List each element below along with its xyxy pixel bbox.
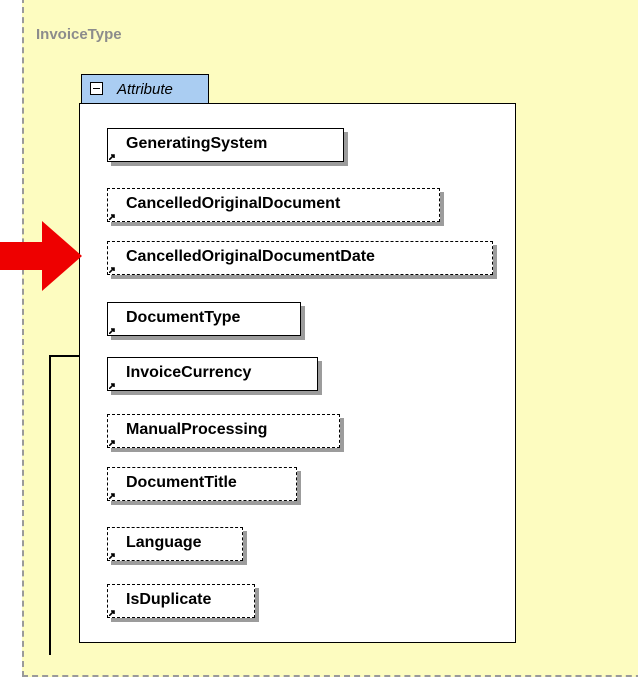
attribute-manual-processing[interactable]: ManualProcessing — [107, 414, 340, 448]
attribute-cancelled-original-document-date[interactable]: CancelledOriginalDocumentDate — [107, 241, 493, 275]
reference-arrow-icon — [109, 154, 115, 160]
attribute-label: ManualProcessing — [126, 421, 268, 438]
attribute-group-label: Attribute — [117, 81, 173, 98]
reference-arrow-icon — [109, 267, 115, 273]
attribute-label: DocumentTitle — [126, 474, 237, 491]
reference-arrow-icon — [109, 383, 115, 389]
connector-line-horizontal — [49, 355, 81, 357]
attribute-group-tab[interactable]: Attribute — [81, 74, 209, 104]
attribute-label: InvoiceCurrency — [126, 364, 252, 381]
attribute-label: CancelledOriginalDocumentDate — [126, 248, 375, 265]
reference-arrow-icon — [109, 214, 115, 220]
attribute-label: CancelledOriginalDocument — [126, 195, 341, 212]
attribute-document-title[interactable]: DocumentTitle — [107, 467, 297, 501]
reference-arrow-icon — [109, 328, 115, 334]
attribute-invoice-currency[interactable]: InvoiceCurrency — [107, 357, 318, 391]
red-pointer-arrow-icon — [0, 221, 82, 291]
collapse-minus-icon[interactable] — [90, 82, 103, 95]
attribute-label: Language — [126, 534, 202, 551]
attribute-label: GeneratingSystem — [126, 135, 268, 152]
connector-line-vertical — [49, 355, 51, 655]
reference-arrow-icon — [109, 553, 115, 559]
reference-arrow-icon — [109, 610, 115, 616]
attribute-document-type[interactable]: DocumentType — [107, 302, 301, 336]
attribute-is-duplicate[interactable]: IsDuplicate — [107, 584, 255, 618]
attribute-cancelled-original-document[interactable]: CancelledOriginalDocument — [107, 188, 440, 222]
attribute-language[interactable]: Language — [107, 527, 243, 561]
attribute-label: IsDuplicate — [126, 591, 212, 608]
attribute-generating-system[interactable]: GeneratingSystem — [107, 128, 344, 162]
type-name-label: InvoiceType — [36, 26, 122, 43]
reference-arrow-icon — [109, 440, 115, 446]
reference-arrow-icon — [109, 493, 115, 499]
attribute-label: DocumentType — [126, 309, 241, 326]
